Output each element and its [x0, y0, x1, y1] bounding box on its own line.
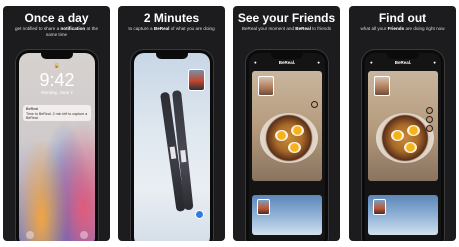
notification-message: Time to BeReal. 2 min left to capture a …	[26, 112, 88, 120]
card-title: Find out	[378, 11, 427, 25]
app-header: BeReal.	[394, 60, 412, 65]
phone-mockup: ● BeReal. ●	[246, 50, 328, 241]
feed-post-photo[interactable]	[368, 195, 438, 235]
promo-card-once-a-day: Once a day get notified to share a notif…	[3, 6, 110, 241]
front-camera-thumbnail[interactable]	[373, 199, 386, 215]
profile-icon[interactable]: ●	[317, 60, 320, 65]
flashlight-icon[interactable]	[26, 231, 34, 239]
phone-notch	[387, 53, 419, 59]
feed-screen: ● BeReal. ●	[249, 53, 325, 241]
lock-icon: 🔒	[53, 63, 61, 69]
realmoji-icon[interactable]	[426, 107, 433, 114]
realmoji-icon[interactable]	[311, 101, 318, 108]
egg-image	[407, 125, 420, 136]
card-subtitle: what all your Friends are doing right no…	[360, 26, 445, 31]
feed-post-photo[interactable]	[252, 195, 322, 235]
notification-banner[interactable]: BeReal Time to BeReal. 2 min left to cap…	[23, 105, 91, 121]
camera-icon[interactable]	[80, 231, 88, 239]
front-camera-thumbnail[interactable]	[374, 76, 390, 96]
lock-time: 9:42	[39, 70, 75, 90]
phone-notch	[156, 53, 188, 59]
realmoji-icon[interactable]	[426, 116, 433, 123]
egg-image	[275, 130, 288, 141]
promo-card-find-out: Find out what all your Friends are doing…	[349, 6, 456, 241]
screenshot-strip: Once a day get notified to share a notif…	[3, 6, 456, 241]
egg-image	[391, 130, 404, 141]
card-title: See your Friends	[237, 11, 336, 25]
front-camera-thumbnail[interactable]	[257, 199, 270, 215]
card-subtitle: BeReal your moment and BeReal to friends	[241, 26, 332, 31]
feed-screen: ● BeReal. ●	[365, 53, 441, 241]
lock-date: Monday, June 7	[41, 90, 73, 95]
notification-app: BeReal	[26, 107, 39, 111]
egg-image	[288, 142, 301, 153]
egg-image	[404, 142, 417, 153]
realmoji-list	[426, 107, 434, 134]
food-plate-image	[260, 113, 318, 163]
card-subtitle: get notified to share a notification at …	[14, 26, 98, 37]
card-title: 2 Minutes	[143, 11, 200, 25]
feed-post-photo[interactable]	[368, 71, 438, 181]
promo-card-see-your-friends: See your Friends BeReal your moment and …	[233, 6, 340, 241]
app-header: BeReal.	[278, 60, 296, 65]
phone-notch	[41, 53, 73, 59]
lock-screen: 🔒 9:42 Monday, June 7 BeReal Time to BeR…	[19, 53, 95, 241]
phone-notch	[271, 53, 303, 59]
phone-mockup: 🔒 9:42 Monday, June 7 BeReal Time to BeR…	[16, 50, 98, 241]
promo-card-two-minutes: 2 Minutes to capture a BeReal of what yo…	[118, 6, 225, 241]
camera-screen	[134, 53, 210, 241]
feed-post-photo[interactable]	[252, 71, 322, 181]
front-camera-thumbnail[interactable]	[258, 76, 274, 96]
card-subtitle: to capture a BeReal of what you are doin…	[128, 26, 215, 31]
phone-mockup: ● BeReal. ●	[362, 50, 444, 241]
realmoji-icon[interactable]	[426, 125, 433, 132]
card-title: Once a day	[24, 11, 89, 25]
send-icon[interactable]	[195, 210, 204, 219]
egg-image	[291, 125, 304, 136]
profile-icon[interactable]: ●	[433, 60, 436, 65]
phone-mockup	[131, 50, 213, 241]
front-camera-thumbnail[interactable]	[188, 69, 205, 91]
